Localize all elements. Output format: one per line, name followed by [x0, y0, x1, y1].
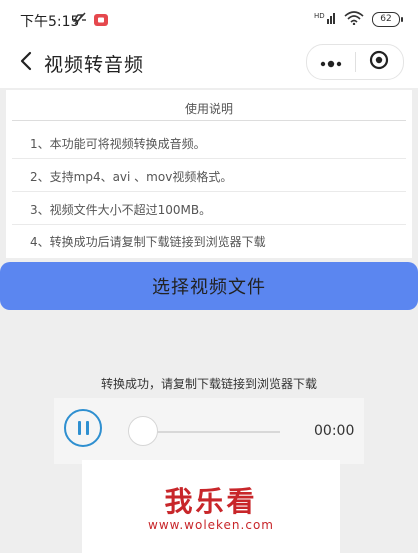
- instruction-item: 3、视频文件大小不超过100MB。: [30, 203, 212, 217]
- hd-icon: HD: [314, 10, 336, 29]
- progress-slider-thumb[interactable]: [128, 416, 158, 446]
- status-time: 下午5:15: [20, 14, 80, 30]
- instruction-separator: [12, 191, 406, 192]
- status-bar: 下午5:15 HD 62: [0, 0, 418, 38]
- back-button[interactable]: [12, 48, 40, 78]
- battery-icon: 62: [372, 12, 403, 27]
- nav-bar: 视频转音频: [0, 38, 418, 88]
- close-target-icon: [369, 50, 389, 74]
- instruction-item: 2、支持mp4、avi 、mov视频格式。: [30, 170, 233, 184]
- chevron-left-icon: [19, 51, 33, 75]
- instruction-separator: [12, 224, 406, 225]
- wifi-icon: [344, 10, 364, 29]
- close-miniprogram-button[interactable]: [355, 45, 403, 79]
- record-icon: [94, 11, 108, 30]
- svg-text:HD: HD: [314, 12, 325, 20]
- more-button[interactable]: [307, 45, 355, 79]
- mute-icon: [72, 11, 88, 30]
- conversion-success-message: 转换成功，请复制下载链接到浏览器下载: [100, 377, 317, 391]
- instructions-divider: [12, 120, 406, 121]
- status-right-icons: HD 62: [314, 10, 403, 29]
- audio-player: 00:00: [54, 398, 364, 464]
- instructions-card: 使用说明 1、本功能可将视频转换成音频。 2、支持mp4、avi 、mov视频格…: [6, 90, 412, 258]
- capsule-menu: [306, 44, 404, 80]
- status-left-icons: [72, 11, 108, 30]
- pause-icon: [75, 421, 91, 435]
- watermark: 我乐看 www.woleken.com: [82, 460, 340, 553]
- instruction-separator: [12, 158, 406, 159]
- watermark-logo-text: 我乐看: [164, 485, 258, 518]
- playback-time: 00:00: [314, 423, 355, 439]
- instruction-item: 1、本功能可将视频转换成音频。: [30, 137, 206, 151]
- more-icon: [320, 53, 342, 72]
- pause-button[interactable]: [64, 409, 102, 447]
- instruction-item: 4、转换成功后请复制下载链接到浏览器下载: [30, 235, 266, 249]
- watermark-url: www.woleken.com: [148, 518, 274, 532]
- select-video-button[interactable]: 选择视频文件: [0, 262, 418, 310]
- instructions-title: 使用说明: [184, 102, 233, 116]
- page-title: 视频转音频: [44, 54, 145, 76]
